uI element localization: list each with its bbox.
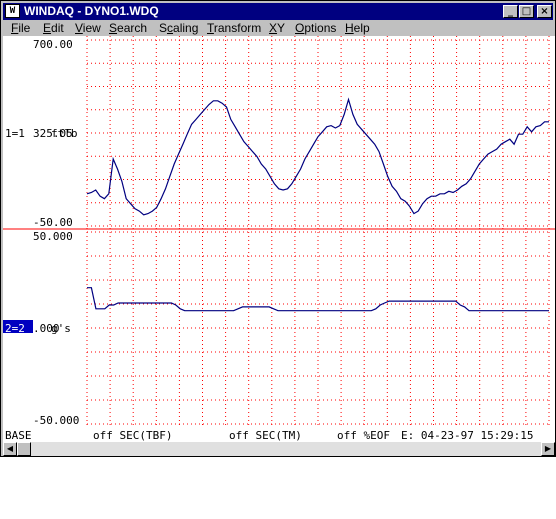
arrow-right-icon[interactable]: ▶ [541, 442, 555, 456]
minimize-button[interactable]: _ [503, 5, 518, 18]
channel-2-id: 2=2 [5, 322, 25, 335]
arrow-left-icon[interactable]: ◀ [3, 442, 17, 456]
menu-edit[interactable]: Edit [43, 21, 64, 35]
menu-search[interactable]: Search [109, 21, 147, 35]
status-bar: BASE off SEC(TBF) off SEC(TM) off %EOF E… [3, 428, 555, 442]
status-eof: off %EOF [337, 429, 390, 442]
title-bar[interactable]: W WINDAQ - DYNO1.WDQ _ □ × [3, 3, 553, 20]
status-datetime: E: 04-23-97 15:29:15 [401, 429, 534, 442]
chart-area[interactable]: 700.00 325.05 -50.00 1=1 ftlb 50.000.000 -50.0… [3, 36, 555, 428]
channel-2-unit: g's [51, 322, 71, 335]
waveform-plot[interactable]: 700.00325.05-50.001=1 ftlb50.000.000-50.0… [3, 36, 555, 428]
channel-1-top-label: 700.00 [33, 38, 73, 51]
menu-scaling[interactable]: Scaling [159, 21, 198, 35]
channel-1-unit: ftlb [51, 127, 78, 140]
scroll-track[interactable] [17, 442, 541, 456]
menu-file[interactable]: File [11, 21, 30, 35]
menu-view[interactable]: View [75, 21, 101, 35]
windaq-app-icon[interactable]: W [5, 4, 20, 18]
status-base: BASE [5, 429, 32, 442]
menu-bar: File Edit View Search Scaling Transform XY Opti… [3, 20, 553, 36]
channel-1-id: 1=1 [5, 127, 25, 140]
channel-2-top-label: 50.000 [33, 230, 73, 243]
menu-options[interactable]: Options [295, 21, 336, 35]
channel-2-waveform [87, 287, 549, 312]
menu-transform[interactable]: Transform [207, 21, 261, 35]
close-button[interactable]: × [537, 5, 552, 18]
window-title: WINDAQ - DYNO1.WDQ [24, 4, 159, 18]
app-window: W WINDAQ - DYNO1.WDQ _ □ × File Edit View S… [0, 0, 556, 457]
status-sec-tm: off SEC(TM) [229, 429, 302, 442]
scroll-thumb[interactable] [17, 442, 31, 456]
channel-1-bottom-label: -50.00 [33, 216, 73, 229]
horizontal-scrollbar[interactable]: ◀ ▶ [3, 442, 555, 456]
channel-2-bottom-label: -50.000 [33, 414, 79, 427]
maximize-button[interactable]: □ [519, 5, 534, 18]
menu-xy[interactable]: XY [269, 21, 285, 35]
status-sec-tbf: off SEC(TBF) [93, 429, 173, 442]
menu-help[interactable]: Help [345, 21, 370, 35]
